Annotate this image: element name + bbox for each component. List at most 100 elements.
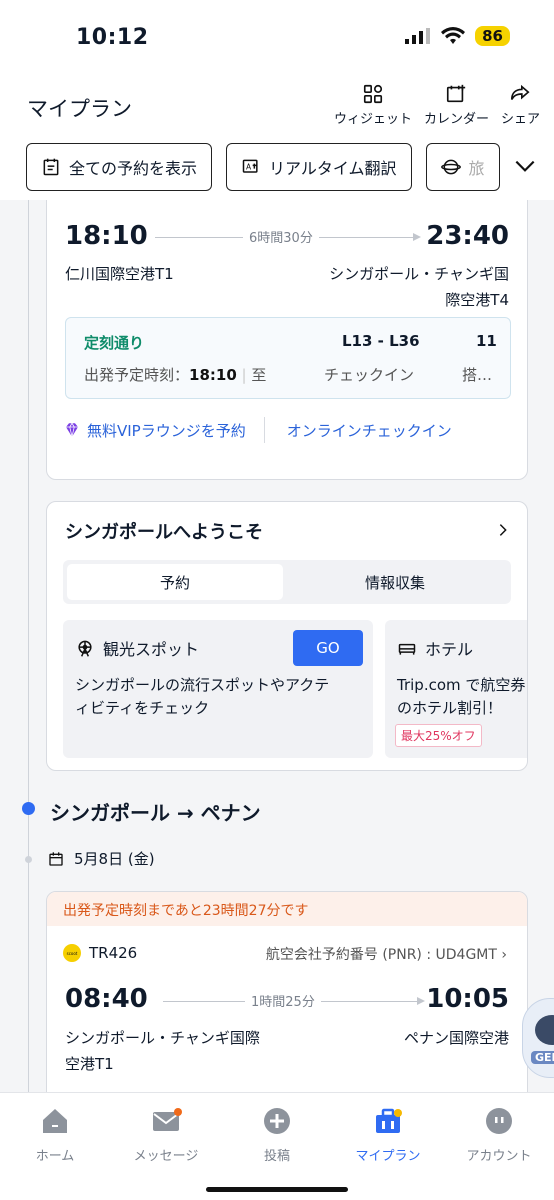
- page-header: マイプラン ウィジェット カレンダー シェア 全ての予約を表示 A リアルタイム…: [0, 75, 554, 200]
- flight-duration: 1時間25分: [245, 991, 321, 1010]
- nav-account-label: アカウント: [466, 1149, 532, 1164]
- chevron-down-icon[interactable]: [512, 153, 538, 179]
- widget-label: ウィジェット: [333, 112, 412, 127]
- bed-icon: [398, 643, 416, 655]
- translate-chip[interactable]: A リアルタイム翻訳: [226, 143, 412, 191]
- battery-indicator: 86: [475, 26, 510, 46]
- nav-myplan-label: マイプラン: [355, 1149, 421, 1164]
- arrival-airport: ペナン国際空港: [403, 1029, 509, 1047]
- calendar-icon: [49, 851, 63, 866]
- nav-account[interactable]: アカウント: [444, 1105, 554, 1164]
- travel-label: 旅: [468, 159, 485, 178]
- list-icon: [43, 158, 59, 176]
- checkin-counters: L13 - L36: [342, 332, 420, 350]
- arrival-airport-line2: 際空港T4: [445, 291, 509, 309]
- account-icon: [486, 1108, 512, 1134]
- scoot-logo: scoot: [63, 944, 81, 962]
- flight-number-row: scoot TR426: [63, 944, 137, 962]
- boarding-label: 搭…: [462, 366, 493, 384]
- clock: 10:12: [76, 25, 149, 50]
- share-button[interactable]: シェア: [501, 83, 540, 127]
- flight-card-sin-pen[interactable]: 出発予定時刻まであと23時間27分です scoot TR426 航空会社予約番号…: [46, 891, 528, 1092]
- flight-status-box: 定刻通り L13 - L36 11 出発予定時刻：18:10 | 至 チェックイ…: [65, 317, 511, 399]
- arrival-airport-line1: シンガポール・チャンギ国: [329, 265, 509, 283]
- all-bookings-chip[interactable]: 全ての予約を表示: [26, 143, 213, 191]
- nav-myplan[interactable]: マイプラン: [333, 1105, 443, 1164]
- hotel-desc-line1: Trip.com で航空券: [397, 676, 526, 694]
- calendar-button[interactable]: カレンダー: [424, 83, 489, 127]
- departure-countdown: 出発予定時刻まであと23時間27分です: [47, 892, 527, 926]
- departure-airport-line1: シンガポール・チャンギ国際: [65, 1029, 260, 1047]
- plan-scroll-area[interactable]: 18:10 6時間30分 23:40 仁川国際空港T1 シンガポール・チャンギ国…: [0, 200, 554, 1092]
- sightseeing-header: 観光スポット: [75, 636, 199, 660]
- myplan-icon: [376, 1108, 402, 1133]
- vip-lounge-link[interactable]: 無料VIPラウンジを予約: [87, 420, 246, 441]
- timeline-line: [28, 200, 29, 1092]
- tab-info[interactable]: 情報収集: [287, 564, 503, 600]
- hotel-tile[interactable]: ホテル Trip.com で航空券 のホテル割引！ 最大25%オフ: [385, 620, 527, 758]
- page-title: マイプラン: [27, 97, 132, 121]
- hotel-desc: Trip.com で航空券 のホテル割引！: [397, 674, 525, 720]
- sightseeing-desc-line2: ィビティをチェック: [75, 699, 210, 717]
- nav-message[interactable]: メッセージ: [111, 1105, 221, 1164]
- departure-time: 08:40: [65, 984, 148, 1014]
- assistant-bubble[interactable]: GEN: [522, 998, 554, 1078]
- timeline-dot: [25, 856, 32, 863]
- globe-icon: [440, 159, 461, 175]
- departure-time: 18:10: [65, 221, 148, 251]
- travel-chip[interactable]: 旅: [425, 143, 500, 191]
- status-icons: 86: [405, 26, 510, 46]
- all-bookings-label: 全ての予約を表示: [69, 159, 198, 178]
- chevron-right-icon[interactable]: [495, 522, 511, 538]
- segment-date-text: 5月8日 (金): [74, 850, 155, 868]
- post-icon: [264, 1108, 290, 1134]
- signal-icon: [405, 28, 431, 44]
- share-icon: [511, 84, 531, 100]
- ontime-status: 定刻通り: [84, 334, 145, 352]
- scheduled-departure-sep: 至: [251, 366, 267, 384]
- flight-duration: 6時間30分: [243, 227, 319, 246]
- hotel-header: ホテル: [397, 636, 473, 660]
- scheduled-departure: 出発予定時刻：18:10 | 至: [84, 366, 267, 384]
- departure-airport-line2: 空港T1: [65, 1055, 114, 1073]
- nav-post-label: 投稿: [263, 1149, 290, 1164]
- tab-booking[interactable]: 予約: [67, 564, 283, 600]
- sightseeing-desc: シンガポールの流行スポットやアクテ ィビティをチェック: [75, 674, 329, 720]
- widget-icon: [363, 84, 383, 104]
- hotel-title: ホテル: [425, 640, 474, 659]
- welcome-card: シンガポールへようこそ 予約 情報収集 観光スポット GO シンガポールの流行ス…: [46, 501, 528, 771]
- timeline-dot-active: [22, 802, 35, 815]
- boarding-gate: 11: [476, 332, 497, 350]
- card-links: 無料VIPラウンジを予約 オンラインチェックイン: [63, 417, 452, 443]
- sightseeing-title: 観光スポット: [103, 640, 200, 659]
- widget-button[interactable]: ウィジェット: [334, 83, 412, 127]
- route-title: シンガポール → ペナン: [50, 801, 261, 825]
- scheduled-departure-value: 18:10: [189, 366, 237, 384]
- svg-text:A: A: [246, 163, 252, 172]
- nav-post[interactable]: 投稿: [222, 1105, 332, 1164]
- sightseeing-tile[interactable]: 観光スポット GO シンガポールの流行スポットやアクテ ィビティをチェック: [63, 620, 373, 758]
- translate-icon: A: [242, 159, 258, 173]
- arrival-time: 10:05: [426, 984, 509, 1014]
- flight-card-icn-sin[interactable]: 18:10 6時間30分 23:40 仁川国際空港T1 シンガポール・チャンギ国…: [46, 200, 528, 480]
- translate-label: リアルタイム翻訳: [269, 159, 397, 178]
- share-label: シェア: [500, 112, 540, 127]
- home-icon: [43, 1109, 67, 1133]
- wifi-icon: [441, 27, 466, 44]
- scheduled-departure-label: 出発予定時刻：: [84, 366, 190, 384]
- go-button[interactable]: GO: [293, 630, 363, 666]
- nav-home-label: ホーム: [35, 1149, 75, 1164]
- nav-home[interactable]: ホーム: [0, 1105, 110, 1164]
- chip-row: 全ての予約を表示 A リアルタイム翻訳 旅: [26, 143, 500, 191]
- online-checkin-link[interactable]: オンラインチェックイン: [287, 420, 452, 441]
- pnr-text: 航空会社予約番号 (PNR) : UD4GMT: [265, 947, 497, 963]
- pnr-link[interactable]: 航空会社予約番号 (PNR) : UD4GMT ›: [266, 944, 507, 964]
- hotel-desc-line2: のホテル割引！: [397, 699, 503, 717]
- vip-diamond-icon: [66, 422, 78, 437]
- bottom-nav: ホーム メッセージ 投稿 マイプラン アカウント: [0, 1092, 554, 1200]
- calendar-label: カレンダー: [423, 112, 489, 127]
- duration-arrow: [417, 997, 425, 1005]
- chevron-right-icon: ›: [501, 947, 507, 963]
- welcome-title: シンガポールへようこそ: [65, 522, 263, 543]
- divider: [263, 417, 265, 443]
